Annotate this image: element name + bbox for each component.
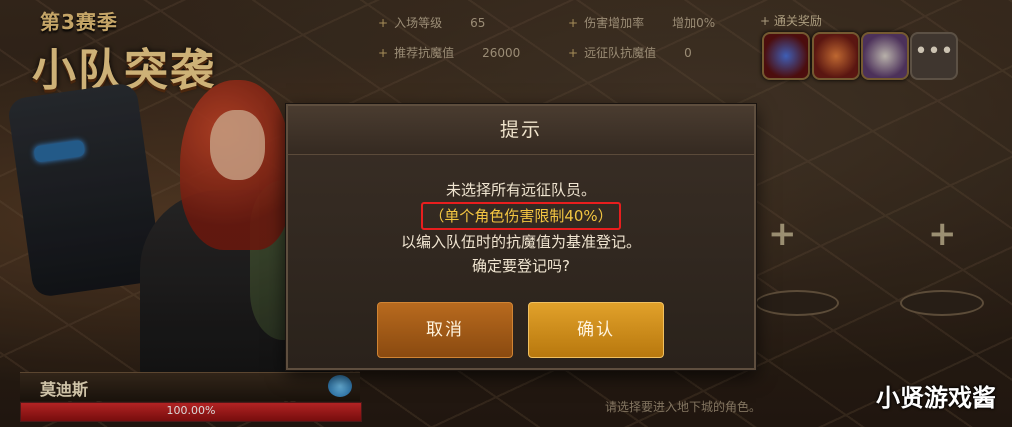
dialog-title: 提示	[499, 119, 542, 141]
watermark-text: 小贤游戏酱	[876, 384, 996, 412]
confirm-button[interactable]: 确认	[528, 302, 664, 358]
damage-limit-warning: （单个角色伤害限制40%）	[421, 202, 621, 230]
dialog-line-1: 未选择所有远征队员。	[445, 181, 596, 199]
dialog-line-3: 以编入队伍时的抗魔值为基准登记。	[400, 233, 641, 251]
cancel-button[interactable]: 取消	[377, 302, 513, 358]
confirm-dialog: 提示 未选择所有远征队员。 （单个角色伤害限制40%） 以编入队伍时的抗魔值为基…	[286, 104, 756, 370]
dialog-header: 提示	[288, 106, 754, 155]
dialog-line-4: 确定要登记吗?	[472, 257, 570, 275]
dialog-message: 未选择所有远征队员。 （单个角色伤害限制40%） 以编入队伍时的抗魔值为基准登记…	[288, 178, 754, 278]
